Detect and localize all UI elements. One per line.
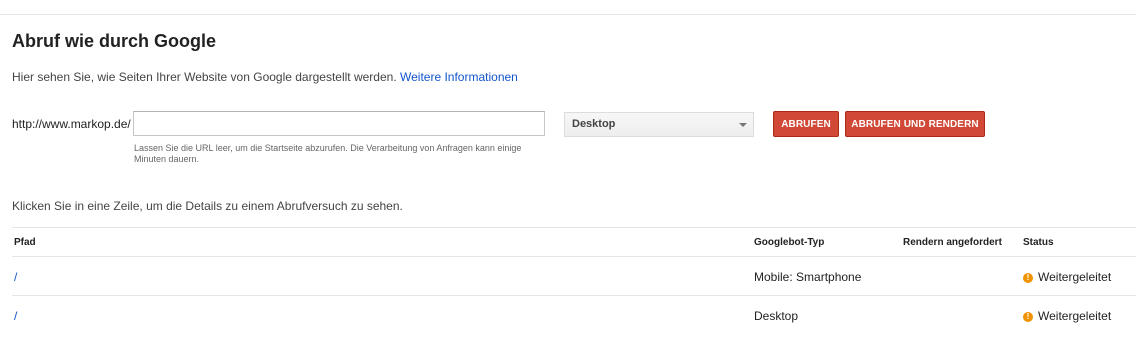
intro-description: Hier sehen Sie, wie Seiten Ihrer Website… (12, 70, 397, 84)
table-row[interactable]: / Desktop ! Weitergeleitet (12, 295, 1136, 334)
intro-text: Hier sehen Sie, wie Seiten Ihrer Website… (12, 70, 518, 84)
history-instruction: Klicken Sie in eine Zeile, um die Detail… (12, 199, 403, 213)
url-hint: Lassen Sie die URL leer, um die Startsei… (134, 143, 522, 164)
googlebot-type-select[interactable]: Desktop (564, 112, 754, 137)
column-header-path: Pfad (14, 237, 36, 248)
row-googlebot-type: Mobile: Smartphone (754, 270, 862, 284)
row-status-label: Weitergeleitet (1038, 270, 1112, 284)
warning-icon: ! (1023, 273, 1033, 283)
row-status: ! Weitergeleitet (1023, 309, 1111, 323)
column-header-render-requested: Rendern angefordert (903, 237, 1002, 248)
warning-icon: ! (1023, 312, 1033, 322)
row-googlebot-type: Desktop (754, 309, 799, 323)
chevron-down-icon (739, 123, 747, 127)
fetch-and-render-button[interactable]: ABRUFEN UND RENDERN (845, 111, 985, 137)
column-header-googlebot-type: Googlebot-Typ (754, 237, 825, 248)
table-row[interactable]: / Mobile: Smartphone ! Weitergeleitet (12, 256, 1136, 295)
fetch-history-table: Pfad Googlebot-Typ Rendern angefordert S… (12, 227, 1136, 334)
device-select-value: Desktop (572, 118, 616, 130)
url-prefix: http://www.markop.de/ (12, 117, 131, 131)
row-path-link[interactable]: / (14, 309, 17, 323)
row-status: ! Weitergeleitet (1023, 270, 1111, 284)
row-status-label: Weitergeleitet (1038, 309, 1112, 323)
page-title: Abruf wie durch Google (12, 31, 217, 51)
url-path-input[interactable] (133, 111, 545, 136)
more-info-link[interactable]: Weitere Informationen (400, 70, 518, 84)
column-header-status: Status (1023, 237, 1054, 248)
row-path-link[interactable]: / (14, 270, 17, 284)
fetch-button[interactable]: ABRUFEN (773, 111, 839, 137)
table-header-row: Pfad Googlebot-Typ Rendern angefordert S… (12, 227, 1136, 256)
top-bar (0, 0, 1136, 15)
